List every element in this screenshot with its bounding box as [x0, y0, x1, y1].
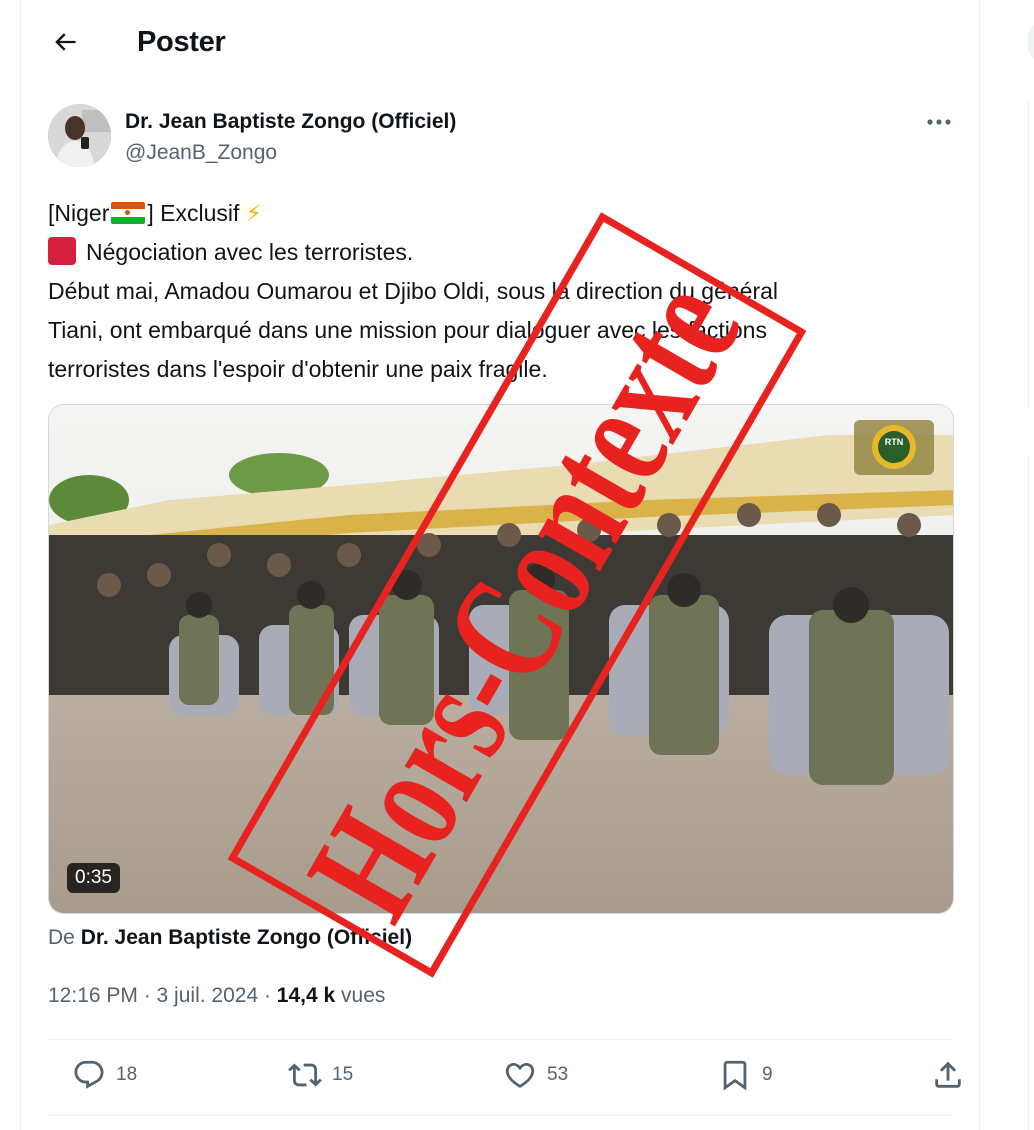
- red-square-icon: [48, 237, 76, 265]
- lightning-icon: ⚡: [245, 200, 262, 226]
- action-bar: 18 15 53 9: [48, 1058, 961, 1098]
- reply-button[interactable]: 18: [72, 1058, 137, 1092]
- like-button[interactable]: 53: [503, 1058, 568, 1092]
- back-button[interactable]: [47, 24, 83, 60]
- avatar[interactable]: [48, 104, 111, 167]
- page-header: Poster: [21, 0, 981, 88]
- arrow-left-icon: [55, 33, 76, 51]
- video-player[interactable]: RTN 0:35: [48, 404, 954, 914]
- rtn-logo: RTN: [885, 437, 904, 447]
- more-button[interactable]: [921, 110, 957, 134]
- share-icon: [935, 1061, 961, 1088]
- tweet-meta: 12:16 PM · 3 juil. 2024 · 14,4 k vues: [48, 984, 386, 1007]
- tweet-time[interactable]: 12:16 PM · 3 juil. 2024 ·: [48, 984, 277, 1007]
- divider: [48, 1115, 954, 1116]
- tweet-line-2: Négociation avec les terroristes.: [48, 233, 948, 272]
- heart-icon: [505, 1062, 535, 1088]
- tweet-line-4: Tiani, ont embarqué dans une mission pou…: [48, 317, 767, 343]
- like-count: 53: [547, 1064, 569, 1085]
- main-column: Poster Dr. Jean Baptiste Zongo (Officiel…: [20, 0, 980, 1130]
- video-thumbnail: RTN: [49, 405, 953, 913]
- tweet-text: [Niger] Exclusif ⚡ Négociation avec les …: [48, 194, 948, 389]
- bookmark-icon: [723, 1060, 747, 1091]
- repost-icon: [288, 1063, 322, 1087]
- views-count: 14,4 k: [276, 984, 336, 1007]
- reply-count: 18: [116, 1064, 138, 1085]
- share-button[interactable]: [931, 1058, 965, 1092]
- tweet-line-3: Début mai, Amadou Oumarou et Djibo Oldi,…: [48, 278, 779, 304]
- tweet-line-5: terroristes dans l'espoir d'obtenir une …: [48, 356, 548, 382]
- reply-icon: [74, 1060, 104, 1089]
- page-title: Poster: [137, 26, 226, 58]
- bookmark-button[interactable]: 9: [718, 1058, 773, 1092]
- source-author-link[interactable]: Dr. Jean Baptiste Zongo (Officiel): [81, 926, 412, 949]
- repost-button[interactable]: 15: [288, 1058, 353, 1092]
- video-duration: 0:35: [67, 863, 120, 893]
- right-rail-panel: [1028, 456, 1034, 1130]
- repost-count: 15: [332, 1064, 354, 1085]
- author-handle[interactable]: @JeanB_Zongo: [125, 141, 277, 165]
- divider: [48, 1039, 954, 1040]
- tweet-line-1: [Niger] Exclusif ⚡: [48, 200, 262, 226]
- author-name[interactable]: Dr. Jean Baptiste Zongo (Officiel): [125, 110, 456, 134]
- right-rail-search[interactable]: [1028, 22, 1034, 62]
- right-rail-panel: [1028, 100, 1034, 410]
- more-dots-icon: [927, 119, 951, 125]
- bookmark-count: 9: [762, 1064, 773, 1085]
- niger-flag-icon: [111, 202, 146, 224]
- video-source: De Dr. Jean Baptiste Zongo (Officiel): [48, 926, 413, 949]
